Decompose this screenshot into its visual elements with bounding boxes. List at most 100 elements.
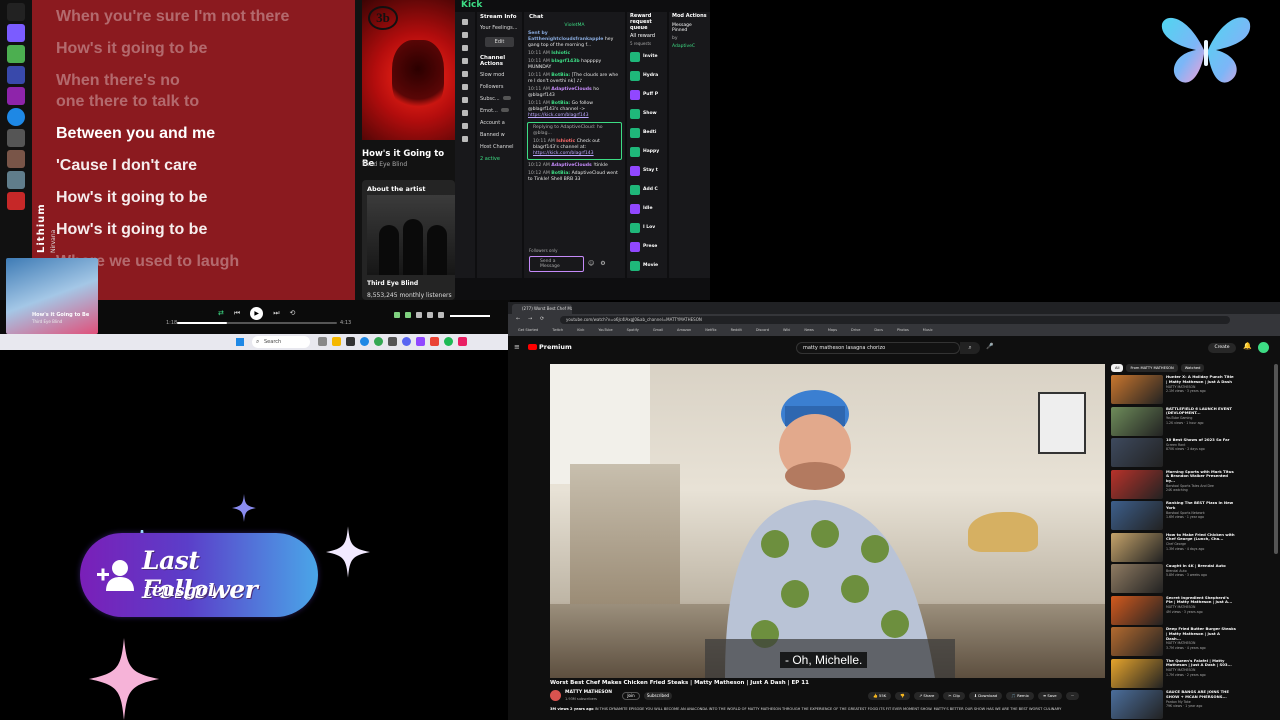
playlist-thumb-icon[interactable] <box>7 87 25 105</box>
recommendation-item[interactable]: 10 Best Shows of 2023 So Far Screen Rant 8… <box>1111 438 1236 469</box>
video-action-button[interactable]: ⬇ Download <box>968 692 1003 700</box>
bookmark-item[interactable]: News <box>804 328 813 334</box>
recommendation-item[interactable]: Hunter X: A Holiday Punch Title | Matty … <box>1111 375 1236 406</box>
reward-item[interactable]: Stay t <box>627 161 667 180</box>
reward-item[interactable]: Hydra <box>627 66 667 85</box>
nav-icon[interactable] <box>462 84 468 90</box>
bookmark-item[interactable]: Drive <box>851 328 860 334</box>
message-user[interactable]: Sent by Eatthenightcloudsfrankapple <box>528 31 603 42</box>
queue-icon[interactable] <box>416 312 422 318</box>
bookmark-item[interactable]: Gmail <box>653 328 663 334</box>
avatar[interactable] <box>1258 342 1269 353</box>
reward-item[interactable]: I Lov <box>627 218 667 237</box>
volume-icon[interactable] <box>438 312 444 318</box>
recommendation-item[interactable]: SAUCE BANGS ARE JOINS THE SHOW + MCAN PH… <box>1111 690 1236 720</box>
nav-icon[interactable] <box>462 19 468 25</box>
recommendation-title[interactable]: How to Make Fried Chicken with Chef Geor… <box>1166 533 1236 543</box>
video-description[interactable]: 3M views 2 years ago IN THIS DYNAMITE EP… <box>550 707 1105 712</box>
lyric-line[interactable]: Between you and me <box>56 123 356 144</box>
playlist-thumb-icon[interactable] <box>7 45 25 63</box>
message-user[interactable]: AdaptiveClouds <box>551 163 592 168</box>
search-icon[interactable]: ⌕ <box>960 342 980 354</box>
recommendation-item[interactable]: Deep Fried Butter Burger Steaks | Matty … <box>1111 627 1236 658</box>
pinned-by-user[interactable]: AdaptiveC <box>669 44 710 52</box>
progress-bar[interactable] <box>177 322 337 324</box>
reload-icon[interactable]: ⟳ <box>540 316 544 322</box>
message-user[interactable]: Ishiotic <box>551 51 570 56</box>
bookmark-item[interactable]: Twitch <box>552 328 563 334</box>
taskbar-search[interactable]: ⌕ Search <box>252 336 310 348</box>
reward-item[interactable]: Prese <box>627 237 667 256</box>
bookmark-item[interactable]: Reddit <box>731 328 742 334</box>
message-user[interactable]: Ishiotic <box>556 139 575 144</box>
recommendation-item[interactable]: Ranking The BEST Pizza In New York Barsto… <box>1111 501 1236 532</box>
recommendation-item[interactable]: How to Make Fried Chicken with Chef Geor… <box>1111 532 1236 564</box>
task-view-icon[interactable] <box>318 337 327 346</box>
back-icon[interactable]: ← <box>516 316 520 322</box>
recommendation-title[interactable]: Deep Fried Butter Burger Steaks | Matty … <box>1166 627 1236 641</box>
volume-slider[interactable] <box>450 315 490 317</box>
lyric-line[interactable]: Where we used to laugh <box>56 251 356 272</box>
reward-item[interactable]: Puff P <box>627 85 667 104</box>
message-user[interactable]: BotBia: <box>551 101 570 106</box>
channel-action-item[interactable]: Slow mod <box>477 69 522 81</box>
playlist-thumb-icon[interactable] <box>7 150 25 168</box>
message-user[interactable]: blagrf143b <box>551 59 579 64</box>
nav-icon[interactable] <box>462 110 468 116</box>
recommendation-item[interactable]: The Queen's Falafel | Matty Matheson | J… <box>1111 658 1236 690</box>
lyrics-icon[interactable] <box>405 312 411 318</box>
discord-icon[interactable] <box>402 337 411 346</box>
filter-chip[interactable]: All <box>1111 364 1124 372</box>
podcast-thumb-icon[interactable] <box>7 108 25 126</box>
video-action-button[interactable]: 👍 55K <box>868 692 892 700</box>
recommendation-thumbnail[interactable] <box>1111 595 1163 625</box>
lyric-line[interactable]: How's it going to be <box>56 38 356 59</box>
message-link[interactable]: https://kick.com/blagrf143 <box>533 151 594 156</box>
app-icon[interactable] <box>430 337 439 346</box>
video-player[interactable]: - Oh, Michelle. <box>550 364 1105 678</box>
nav-icon[interactable] <box>462 71 468 77</box>
video-action-button[interactable]: ··· <box>1065 692 1080 700</box>
nav-icon[interactable] <box>462 136 468 142</box>
recommendation-item[interactable]: Caught In 4K | Brendal Auto Brendal Auto 5… <box>1111 564 1236 595</box>
now-playing-artist[interactable]: Third Eye Blind <box>362 161 407 168</box>
shuffle-icon[interactable]: ⇄ <box>218 309 224 317</box>
device-icon[interactable] <box>427 312 433 318</box>
next-icon[interactable]: ⏭ <box>273 309 279 318</box>
playlist-thumb-icon[interactable] <box>7 66 25 84</box>
lyric-line[interactable]: How's it going to be <box>56 187 356 208</box>
youtube-logo[interactable]: Premium <box>528 343 572 351</box>
nav-icon[interactable] <box>462 97 468 103</box>
recommendation-thumbnail[interactable] <box>1111 406 1163 436</box>
recommendation-thumbnail[interactable] <box>1111 564 1163 593</box>
video-action-button[interactable]: ✂ Clip <box>943 692 965 700</box>
file-explorer-icon[interactable] <box>332 337 341 346</box>
recommendation-title[interactable]: Morning Sports with Mark Titus & Brandon… <box>1166 470 1236 484</box>
app-icon[interactable] <box>346 337 355 346</box>
about-artist-card[interactable]: About the artist Third Eye Blind <box>362 180 455 300</box>
channel-action-item[interactable]: Account a <box>477 117 522 129</box>
join-button[interactable]: Join <box>622 692 640 700</box>
recommendation-thumbnail[interactable] <box>1111 690 1163 719</box>
filter-chip[interactable]: Watched <box>1180 364 1205 372</box>
recommendation-title[interactable]: The Queen's Falafel | Matty Matheson | J… <box>1166 659 1236 669</box>
channel-avatar[interactable] <box>550 690 561 701</box>
playlist-thumb-icon[interactable] <box>7 171 25 189</box>
reward-item[interactable]: Invite <box>627 47 667 66</box>
reward-item[interactable]: Idle <box>627 199 667 218</box>
youtube-search-input[interactable]: matty matheson lasagna chorizo <box>796 342 960 354</box>
lyric-line[interactable]: When there's no one there to talk to <box>56 70 356 112</box>
toggle-switch[interactable] <box>502 96 511 100</box>
channel-action-item[interactable]: Banned w <box>477 129 522 141</box>
emote-icon[interactable]: ☺ <box>588 260 594 267</box>
liked-songs-icon[interactable] <box>7 24 25 42</box>
repeat-icon[interactable]: ⟲ <box>290 309 296 317</box>
bookmark-item[interactable]: YouTube <box>598 328 612 334</box>
home-icon[interactable] <box>7 3 25 21</box>
bookmark-item[interactable]: Netflix <box>705 328 716 334</box>
recommendation-thumbnail[interactable] <box>1111 532 1163 562</box>
obs-icon[interactable] <box>416 337 425 346</box>
forward-icon[interactable]: → <box>528 316 532 322</box>
toggle-switch[interactable] <box>500 108 509 112</box>
bookmark-item[interactable]: Maps <box>828 328 837 334</box>
